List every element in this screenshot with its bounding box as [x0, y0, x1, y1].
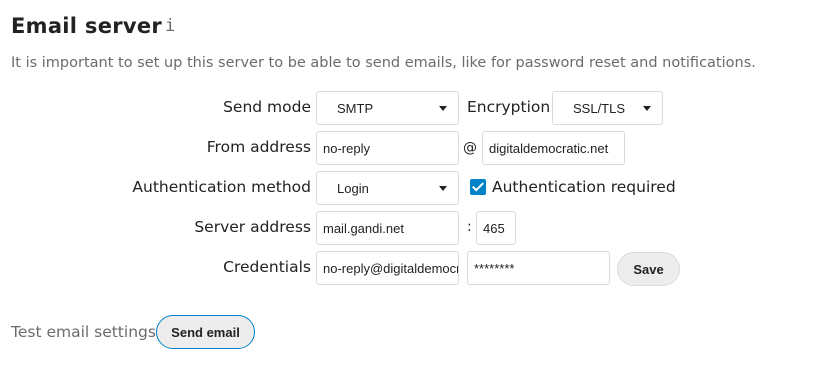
chevron-down-icon: [643, 106, 651, 111]
chevron-down-icon: [439, 106, 447, 111]
colon-separator: :: [467, 219, 472, 235]
encryption-label: Encryption: [467, 98, 551, 116]
from-address-local-value: no-reply: [323, 140, 370, 156]
from-address-domain-value: digitaldemocratic.net: [489, 140, 609, 156]
from-address-domain-input[interactable]: digitaldemocratic.net: [482, 131, 625, 165]
send-email-button[interactable]: Send email: [156, 315, 255, 349]
from-address-label: From address: [206, 138, 311, 156]
from-address-local-input[interactable]: no-reply: [316, 131, 459, 165]
server-host-value: mail.gandi.net: [323, 220, 404, 236]
auth-method-label: Authentication method: [132, 178, 311, 196]
server-port-input[interactable]: 465: [476, 211, 516, 245]
chevron-down-icon: [439, 186, 447, 191]
save-button[interactable]: Save: [617, 252, 680, 286]
auth-required-checkbox[interactable]: [470, 179, 486, 195]
server-host-input[interactable]: mail.gandi.net: [316, 211, 459, 245]
credentials-password-input[interactable]: ********: [467, 251, 610, 285]
auth-method-value: Login: [337, 180, 369, 196]
info-icon[interactable]: i: [165, 16, 175, 36]
credentials-label: Credentials: [223, 258, 311, 276]
section-title: Email server: [11, 14, 163, 38]
credentials-username-input[interactable]: no-reply@digitaldemocratic.net: [316, 251, 459, 285]
encryption-select[interactable]: SSL/TLS: [552, 91, 663, 125]
credentials-password-value: ********: [474, 260, 515, 276]
encryption-value: SSL/TLS: [573, 100, 626, 116]
section-description: It is important to set up this server to…: [11, 55, 756, 71]
send-mode-select[interactable]: SMTP: [316, 91, 459, 125]
auth-required-label[interactable]: Authentication required: [492, 178, 676, 196]
auth-method-select[interactable]: Login: [316, 171, 459, 205]
server-port-value: 465: [483, 220, 505, 236]
send-mode-label: Send mode: [223, 98, 311, 116]
test-email-label: Test email settings: [11, 323, 156, 341]
server-address-label: Server address: [194, 218, 311, 236]
at-separator: @: [463, 140, 477, 156]
credentials-username-value: no-reply@digitaldemocratic.net: [323, 260, 459, 276]
send-mode-value: SMTP: [337, 100, 374, 116]
